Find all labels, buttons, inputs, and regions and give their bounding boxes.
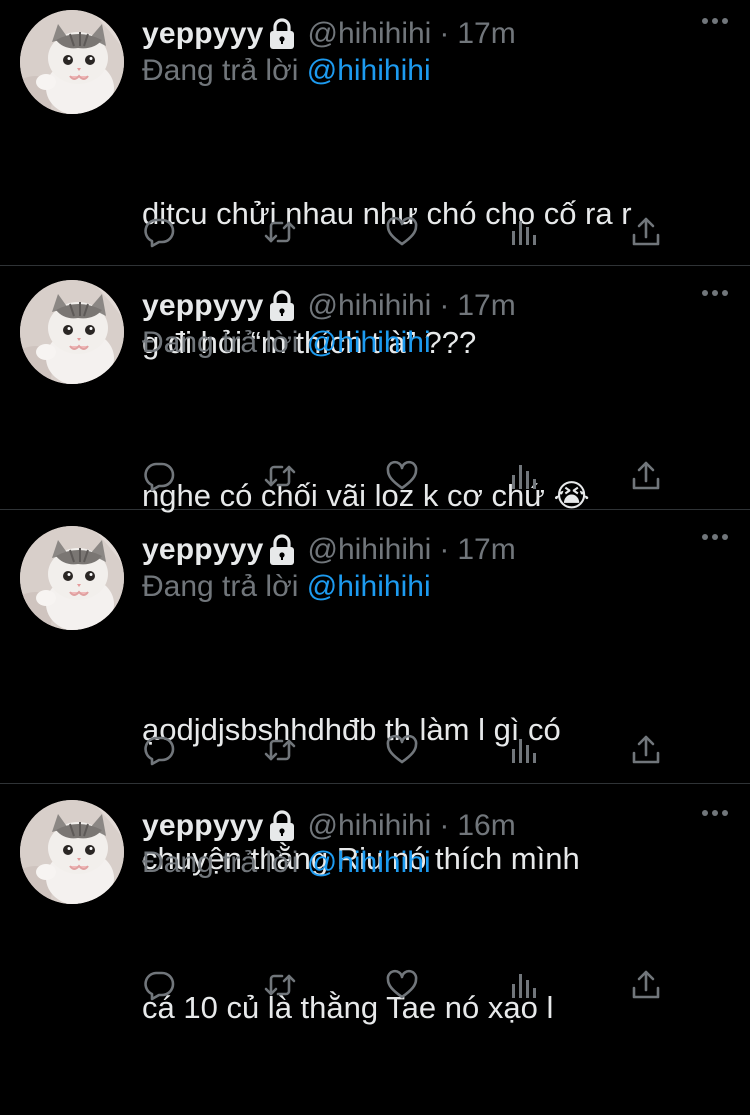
replying-to-line: Đang trả lời @hihihihi — [142, 54, 431, 88]
analytics-icon — [507, 968, 541, 1002]
heart-icon — [385, 733, 419, 767]
tweet-actions — [142, 968, 730, 1008]
share-button[interactable] — [629, 968, 663, 1002]
views-button[interactable] — [507, 733, 541, 767]
tweet-timestamp[interactable]: 17m — [457, 289, 515, 323]
reply-button[interactable] — [142, 968, 176, 1002]
replying-to-line: Đang trả lời @hihihihi — [142, 326, 431, 360]
analytics-icon — [507, 733, 541, 767]
share-button[interactable] — [629, 733, 663, 767]
lock-icon — [267, 810, 297, 842]
avatar[interactable] — [20, 800, 124, 904]
replying-to-handle[interactable]: @hihihihi — [307, 846, 431, 879]
replying-to-line: Đang trả lời @hihihihi — [142, 570, 431, 604]
user-handle[interactable]: @hihihihi — [307, 533, 431, 567]
replying-to-handle[interactable]: @hihihihi — [307, 570, 431, 603]
tweet-header: yeppyyy @hihihihi · 17m — [142, 14, 730, 54]
avatar-image — [20, 10, 124, 114]
retweet-icon — [263, 459, 297, 493]
replying-to-label: Đang trả lời — [142, 326, 299, 359]
like-button[interactable] — [385, 733, 419, 767]
tweet-actions — [142, 459, 730, 499]
reply-button[interactable] — [142, 459, 176, 493]
tweet-item[interactable]: yeppyyy @hihihihi · 17m Đang trả lời @hi… — [0, 0, 750, 360]
views-button[interactable] — [507, 459, 541, 493]
tweet-header: yeppyyy @hihihihi · 17m — [142, 286, 730, 326]
avatar-image — [20, 800, 124, 904]
reply-icon — [142, 215, 176, 249]
replying-to-label: Đang trả lời — [142, 846, 299, 879]
separator-dot: · — [439, 17, 450, 50]
tweet-timestamp[interactable]: 17m — [457, 17, 515, 51]
lock-icon — [267, 18, 297, 50]
replying-to-handle[interactable]: @hihihihi — [307, 326, 431, 359]
more-icon[interactable] — [700, 532, 730, 542]
analytics-icon — [507, 459, 541, 493]
avatar[interactable] — [20, 10, 124, 114]
user-handle[interactable]: @hihihihi — [307, 289, 431, 323]
share-icon — [629, 968, 663, 1002]
replying-to-handle[interactable]: @hihihihi — [307, 54, 431, 87]
retweet-button[interactable] — [263, 459, 297, 493]
avatar[interactable] — [20, 280, 124, 384]
more-icon[interactable] — [700, 16, 730, 26]
user-handle[interactable]: @hihihihi — [307, 809, 431, 843]
reply-button[interactable] — [142, 215, 176, 249]
views-button[interactable] — [507, 968, 541, 1002]
views-button[interactable] — [507, 215, 541, 249]
share-icon — [629, 733, 663, 767]
reply-button[interactable] — [142, 733, 176, 767]
tweet-header: yeppyyy @hihihihi · 17m — [142, 530, 730, 570]
tweet-item[interactable]: yeppyyy @hihihihi · 17m Đang trả lời @hi… — [0, 266, 750, 513]
tweet-timestamp[interactable]: 17m — [457, 533, 515, 567]
avatar-image — [20, 526, 124, 630]
reply-icon — [142, 733, 176, 767]
retweet-button[interactable] — [263, 968, 297, 1002]
more-icon[interactable] — [700, 808, 730, 818]
lock-icon — [267, 534, 297, 566]
retweet-button[interactable] — [263, 733, 297, 767]
heart-icon — [385, 968, 419, 1002]
tweet-feed: yeppyyy @hihihihi · 17m Đang trả lời @hi… — [0, 0, 750, 1025]
lock-icon — [267, 290, 297, 322]
share-icon — [629, 215, 663, 249]
avatar-image — [20, 280, 124, 384]
reply-icon — [142, 459, 176, 493]
display-name[interactable]: yeppyyy — [142, 809, 263, 843]
display-name[interactable]: yeppyyy — [142, 17, 263, 51]
analytics-icon — [507, 215, 541, 249]
like-button[interactable] — [385, 215, 419, 249]
tweet-item[interactable]: yeppyyy @hihihihi · 17m Đang trả lời @hi… — [0, 510, 750, 876]
avatar[interactable] — [20, 526, 124, 630]
tweet-actions — [142, 215, 730, 255]
like-button[interactable] — [385, 968, 419, 1002]
user-handle[interactable]: @hihihihi — [307, 17, 431, 51]
reply-icon — [142, 968, 176, 1002]
separator-dot: · — [439, 809, 450, 842]
retweet-button[interactable] — [263, 215, 297, 249]
share-icon — [629, 459, 663, 493]
heart-icon — [385, 459, 419, 493]
like-button[interactable] — [385, 459, 419, 493]
display-name[interactable]: yeppyyy — [142, 289, 263, 323]
replying-to-line: Đang trả lời @hihihihi — [142, 846, 431, 880]
retweet-icon — [263, 733, 297, 767]
replying-to-label: Đang trả lời — [142, 54, 299, 87]
more-icon[interactable] — [700, 288, 730, 298]
retweet-icon — [263, 968, 297, 1002]
display-name[interactable]: yeppyyy — [142, 533, 263, 567]
replying-to-label: Đang trả lời — [142, 570, 299, 603]
tweet-actions — [142, 733, 730, 773]
heart-icon — [385, 215, 419, 249]
separator-dot: · — [439, 533, 450, 566]
tweet-item[interactable]: yeppyyy @hihihihi · 16m Đang trả lời @hi… — [0, 784, 750, 1025]
retweet-icon — [263, 215, 297, 249]
separator-dot: · — [439, 289, 450, 322]
share-button[interactable] — [629, 459, 663, 493]
share-button[interactable] — [629, 215, 663, 249]
tweet-header: yeppyyy @hihihihi · 16m — [142, 806, 730, 846]
tweet-timestamp[interactable]: 16m — [457, 809, 515, 843]
